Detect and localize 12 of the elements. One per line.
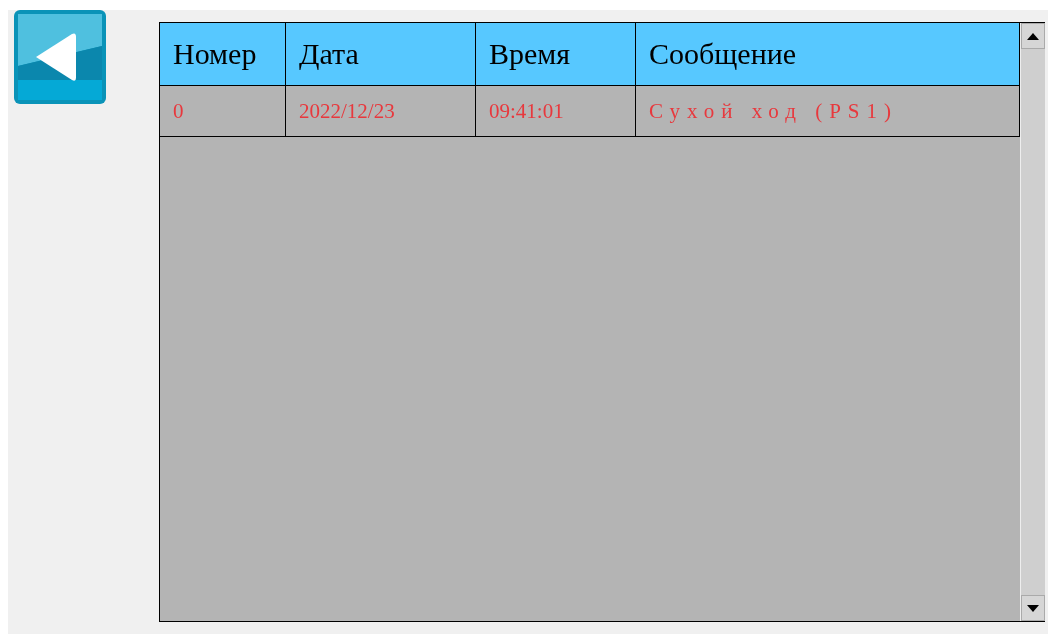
- column-header: Номер: [160, 23, 286, 85]
- table-cell: 2022/12/23: [286, 86, 476, 136]
- back-button[interactable]: [14, 10, 106, 104]
- scroll-down-button[interactable]: [1021, 595, 1045, 621]
- table-cell: 09:41:01: [476, 86, 636, 136]
- scroll-up-button[interactable]: [1021, 23, 1045, 49]
- column-header: Дата: [286, 23, 476, 85]
- scrollbar[interactable]: [1020, 23, 1045, 621]
- up-arrow-icon: [1027, 32, 1039, 40]
- down-arrow-icon: [1027, 604, 1039, 612]
- table-cell: 0: [160, 86, 286, 136]
- column-header: Время: [476, 23, 636, 85]
